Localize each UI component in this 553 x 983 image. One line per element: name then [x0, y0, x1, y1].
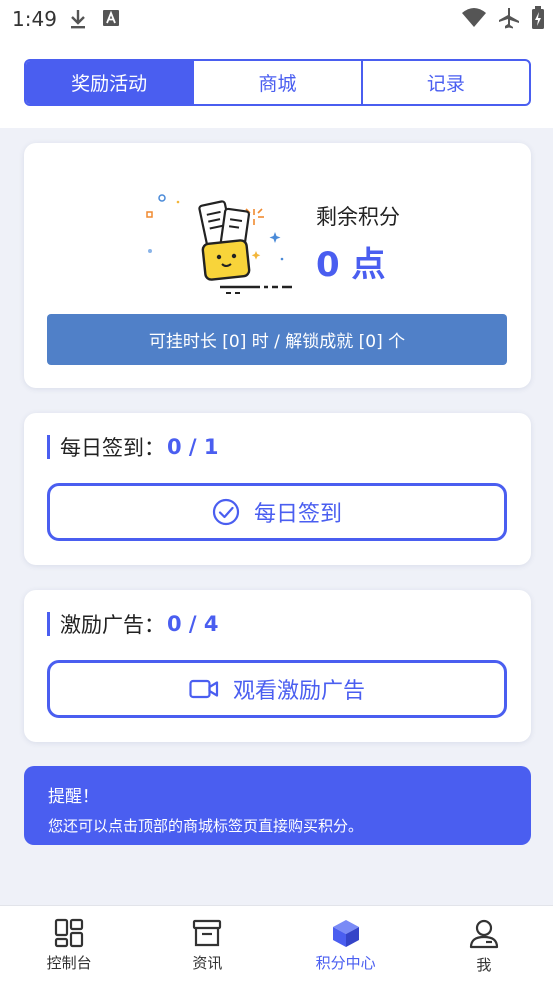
- nav-news-label: 资讯: [192, 954, 223, 972]
- nav-news[interactable]: 资讯: [138, 906, 276, 983]
- daily-checkin-count: 0 / 1: [167, 435, 219, 459]
- check-circle-icon: [212, 498, 240, 526]
- font-icon: [103, 10, 119, 26]
- section-accent-bar: [47, 435, 50, 459]
- bottom-nav: 控制台 资讯 积分中心 我: [0, 905, 553, 983]
- battery-icon: [532, 6, 544, 29]
- tab-shop[interactable]: 商城: [194, 61, 363, 104]
- status-time: 1:49: [12, 7, 57, 31]
- points-label: 剩余积分: [316, 205, 400, 229]
- points-value: 0 点: [316, 245, 386, 285]
- daily-checkin-title: 每日签到：: [60, 436, 165, 460]
- points-info-bar: 可挂时长 [0] 时 / 解锁成就 [0] 个: [47, 314, 507, 365]
- wifi-icon: [462, 8, 486, 27]
- points-illustration: [146, 194, 292, 294]
- daily-checkin-card: 每日签到： 0 / 1 每日签到: [24, 413, 531, 565]
- cube-icon: [332, 920, 359, 947]
- reminder-body: 您还可以点击顶部的商城标签页直接购买积分。: [48, 817, 364, 835]
- daily-checkin-header: 每日签到： 0 / 1: [47, 433, 219, 461]
- reminder-banner: 提醒！ 您还可以点击顶部的商城标签页直接购买积分。: [24, 766, 531, 845]
- nav-me[interactable]: 我: [415, 906, 553, 983]
- rewarded-ad-card: 激励广告： 0 / 4 观看激励广告: [24, 590, 531, 742]
- status-bar: 1:49: [0, 0, 553, 40]
- nav-dashboard[interactable]: 控制台: [0, 906, 138, 983]
- rewarded-ad-title: 激励广告：: [60, 613, 165, 637]
- video-icon: [189, 679, 219, 699]
- news-icon: [193, 919, 222, 947]
- user-icon: [469, 919, 498, 949]
- section-accent-bar: [47, 612, 50, 636]
- download-icon: [71, 10, 85, 29]
- tab-records[interactable]: 记录: [363, 61, 529, 104]
- daily-checkin-button[interactable]: 每日签到: [47, 483, 507, 541]
- daily-checkin-button-label: 每日签到: [253, 502, 342, 527]
- tab-rewards[interactable]: 奖励活动: [26, 61, 195, 104]
- segmented-tabs: 奖励活动 商城 记录: [24, 59, 531, 106]
- nav-dashboard-label: 控制台: [46, 954, 92, 972]
- nav-points-center-label: 积分中心: [315, 954, 376, 972]
- points-card: 剩余积分 0 点 可挂时长 [0] 时 / 解锁成就 [0] 个: [24, 143, 531, 388]
- dashboard-icon: [55, 918, 84, 948]
- rewarded-ad-count: 0 / 4: [167, 612, 219, 636]
- nav-me-label: 我: [476, 956, 492, 974]
- watch-ad-button[interactable]: 观看激励广告: [47, 660, 507, 718]
- nav-points-center[interactable]: 积分中心: [277, 906, 415, 983]
- watch-ad-button-label: 观看激励广告: [232, 679, 365, 704]
- reminder-title: 提醒！: [48, 787, 99, 807]
- rewarded-ad-header: 激励广告： 0 / 4: [47, 610, 219, 638]
- airplane-icon: [499, 8, 519, 29]
- top-tab-area: 奖励活动 商城 记录: [0, 40, 553, 128]
